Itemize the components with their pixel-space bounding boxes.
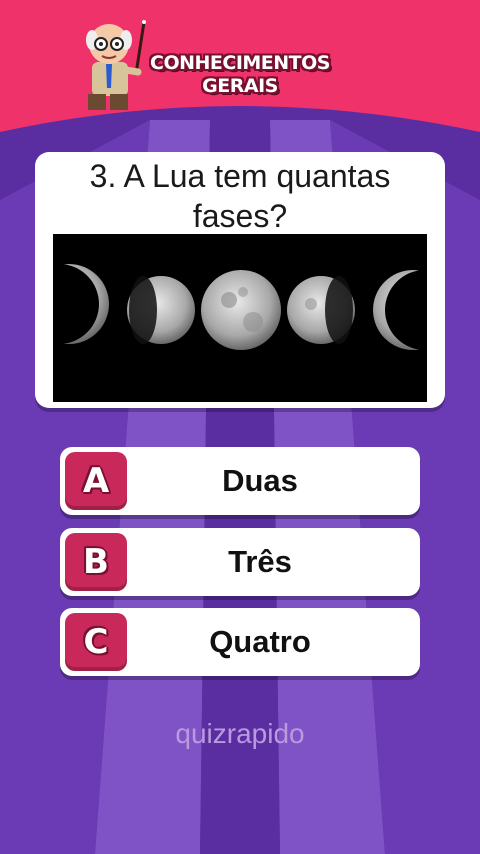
brand-line-1: CONHECIMENTOS xyxy=(150,52,330,74)
moon-phases-icon xyxy=(53,234,427,402)
answer-letter-a: A xyxy=(82,461,110,501)
answer-label-b: Três xyxy=(228,544,292,579)
answer-badge-b: B xyxy=(65,533,127,591)
watermark-text: quizrapido xyxy=(175,718,305,749)
question-text: 3. A Lua tem quantas fases? xyxy=(89,158,391,234)
answer-letter-c: C xyxy=(83,622,109,662)
answer-label-a: Duas xyxy=(222,463,298,498)
brand-line-2: GERAIS xyxy=(202,75,278,97)
answer-option-c[interactable]: C Quatro xyxy=(60,608,420,676)
header: CONHECIMENTOS GERAIS xyxy=(0,0,480,135)
answer-label-c: Quatro xyxy=(209,624,311,659)
answer-option-b[interactable]: B Três xyxy=(60,528,420,596)
answer-badge-a: A xyxy=(65,452,127,510)
question-card: 3. A Lua tem quantas fases? xyxy=(35,152,445,408)
brand-logo: CONHECIMENTOS GERAIS xyxy=(140,52,340,98)
answer-badge-c: C xyxy=(65,613,127,671)
answer-option-a[interactable]: A Duas xyxy=(60,447,420,515)
answer-letter-b: B xyxy=(83,542,109,582)
